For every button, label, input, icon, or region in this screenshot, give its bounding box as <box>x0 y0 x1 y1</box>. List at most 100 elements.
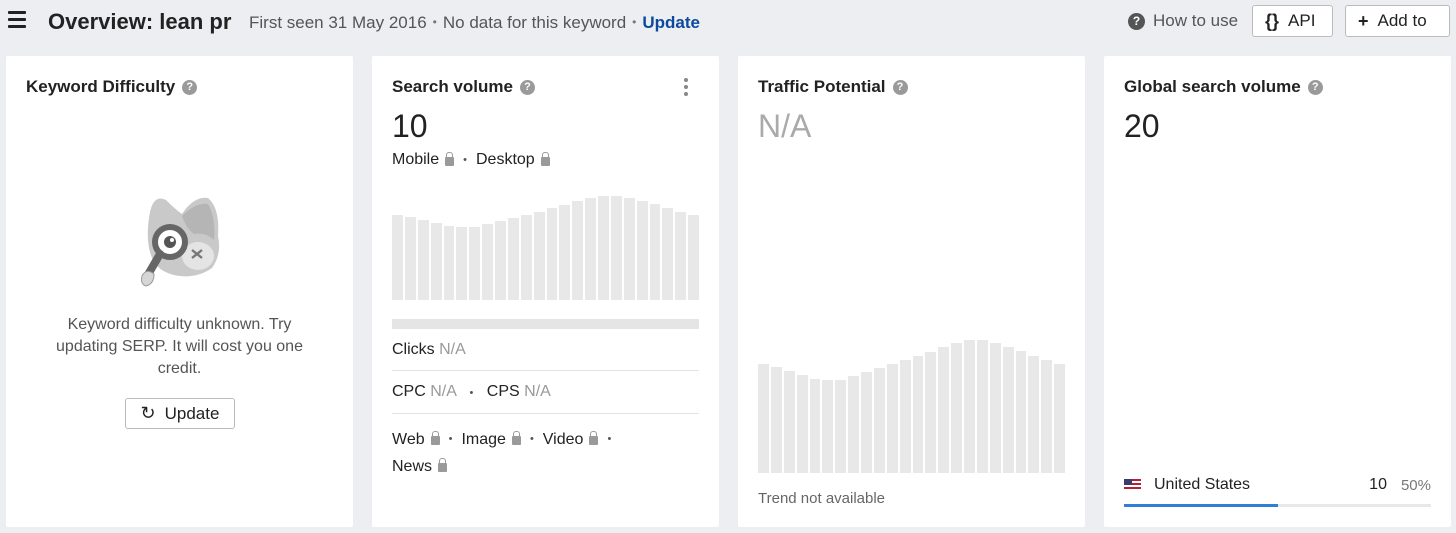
trend-bar <box>783 371 795 473</box>
clicks-row: Clicks N/A <box>392 341 699 371</box>
trend-bar <box>559 205 571 300</box>
lock-icon <box>430 431 440 445</box>
difficulty-unknown-message: Keyword difficulty unknown. Try updating… <box>56 316 303 377</box>
trend-bar <box>533 212 545 300</box>
trend-bar <box>546 208 558 300</box>
plus-icon: + <box>1358 10 1369 31</box>
trend-bar <box>989 343 1001 473</box>
trend-bar <box>392 215 403 300</box>
trend-bar <box>758 364 769 473</box>
desktop-label: Desktop <box>476 151 535 168</box>
keyword-difficulty-title: Keyword Difficulty <box>26 77 176 96</box>
update-serp-button[interactable]: ↻ Update <box>125 398 235 429</box>
lock-icon <box>511 431 521 445</box>
cpc-value: N/A <box>430 383 457 400</box>
keyword-meta: First seen 31 May 2016 • No data for this … <box>249 13 700 32</box>
api-button-label: API <box>1288 11 1316 30</box>
serp-types-row: Web • Image • Video • News <box>392 426 652 480</box>
help-icon[interactable]: ? <box>182 79 198 95</box>
no-data-text: No data for this keyword <box>442 13 627 32</box>
update-link[interactable]: Update <box>642 13 700 32</box>
traffic-trend-chart <box>758 340 1065 473</box>
api-button[interactable]: {} API <box>1252 5 1333 37</box>
cpc-label: CPC <box>392 383 426 400</box>
trend-bar <box>1002 347 1014 473</box>
trend-bar <box>610 196 622 300</box>
search-volume-value: 10 <box>392 108 428 144</box>
lock-icon <box>540 151 550 166</box>
lock-icon <box>445 151 455 166</box>
trend-bar <box>873 368 885 473</box>
trend-bar <box>675 212 687 300</box>
code-braces-icon: {} <box>1265 10 1280 31</box>
trend-bar <box>456 227 468 300</box>
trend-bar <box>912 356 924 473</box>
more-options-icon[interactable] <box>684 78 690 99</box>
how-to-use-label: How to use <box>1153 11 1239 30</box>
help-icon[interactable]: ? <box>892 79 908 95</box>
trend-bar <box>417 220 429 300</box>
trend-bar <box>861 372 872 473</box>
type-video: Video • <box>542 431 612 448</box>
cpc-row: CPC N/A • CPS N/A <box>392 383 699 414</box>
add-to-button-label: Add to <box>1377 11 1427 30</box>
country-row[interactable]: United States 10 50% <box>1124 476 1431 494</box>
trend-bar <box>809 379 821 473</box>
trend-bar <box>430 223 442 300</box>
trend-bar <box>662 208 674 300</box>
type-news: News <box>392 453 448 480</box>
trend-bar <box>822 380 834 473</box>
card-title: Traffic Potential ? <box>758 77 908 97</box>
cps-label: CPS <box>486 383 520 400</box>
trend-bar <box>636 201 648 300</box>
country-share-bar <box>1124 504 1431 507</box>
clicks-label: Clicks <box>392 341 435 358</box>
help-icon[interactable]: ? <box>519 79 535 95</box>
card-title: Search volume ? <box>392 77 535 97</box>
trend-bar <box>770 367 782 473</box>
global-volume-title: Global search volume <box>1124 77 1301 96</box>
trend-bar <box>598 196 609 300</box>
search-volume-card: Search volume ? 10 Mobile • Desktop Clic… <box>372 56 719 527</box>
mobile-label: Mobile <box>392 151 440 168</box>
card-title: Keyword Difficulty ? <box>26 77 198 97</box>
trend-bar <box>495 221 506 300</box>
trend-not-available-text: Trend not available <box>758 490 886 507</box>
trend-bar <box>899 360 911 473</box>
help-icon[interactable]: ? <box>1307 79 1323 95</box>
trend-bar <box>925 352 937 473</box>
country-percentage: 50% <box>1400 476 1431 494</box>
type-image: Image • <box>461 431 534 448</box>
trend-bar <box>964 340 975 473</box>
trend-bar <box>1028 356 1040 473</box>
trend-bar <box>1015 351 1027 473</box>
global-volume-value: 20 <box>1124 108 1160 144</box>
chart-divider <box>392 319 699 329</box>
search-volume-title: Search volume <box>392 77 513 96</box>
keyword-difficulty-card: Keyword Difficulty ? Keyword difficulty … <box>6 56 353 527</box>
trend-bar <box>688 215 699 300</box>
question-icon: ? <box>1128 12 1145 30</box>
add-to-button[interactable]: + Add to <box>1345 5 1450 37</box>
lock-icon <box>438 458 448 472</box>
lock-icon <box>589 431 599 445</box>
trend-bar <box>520 215 532 300</box>
clicks-value: N/A <box>439 341 466 358</box>
global-search-volume-card: Global search volume ? 20 United States … <box>1104 56 1451 527</box>
trend-bar <box>649 204 661 300</box>
country-name: United States <box>1154 476 1251 493</box>
type-web: Web • <box>392 431 453 448</box>
traffic-potential-card: Traffic Potential ? N/A Trend not availa… <box>738 56 1085 527</box>
trend-bar <box>1054 364 1065 473</box>
search-volume-trend-chart <box>392 196 699 300</box>
trend-bar <box>976 340 988 473</box>
how-to-use-link[interactable]: ? How to use <box>1128 11 1238 31</box>
menu-icon[interactable] <box>8 11 28 31</box>
card-title: Global search volume ? <box>1124 77 1323 97</box>
update-button-label: Update <box>164 403 220 423</box>
trend-bar <box>796 375 808 473</box>
traffic-potential-value: N/A <box>758 108 812 144</box>
trend-bar <box>585 198 596 300</box>
cps-value: N/A <box>524 383 551 400</box>
traffic-potential-title: Traffic Potential <box>758 77 886 96</box>
